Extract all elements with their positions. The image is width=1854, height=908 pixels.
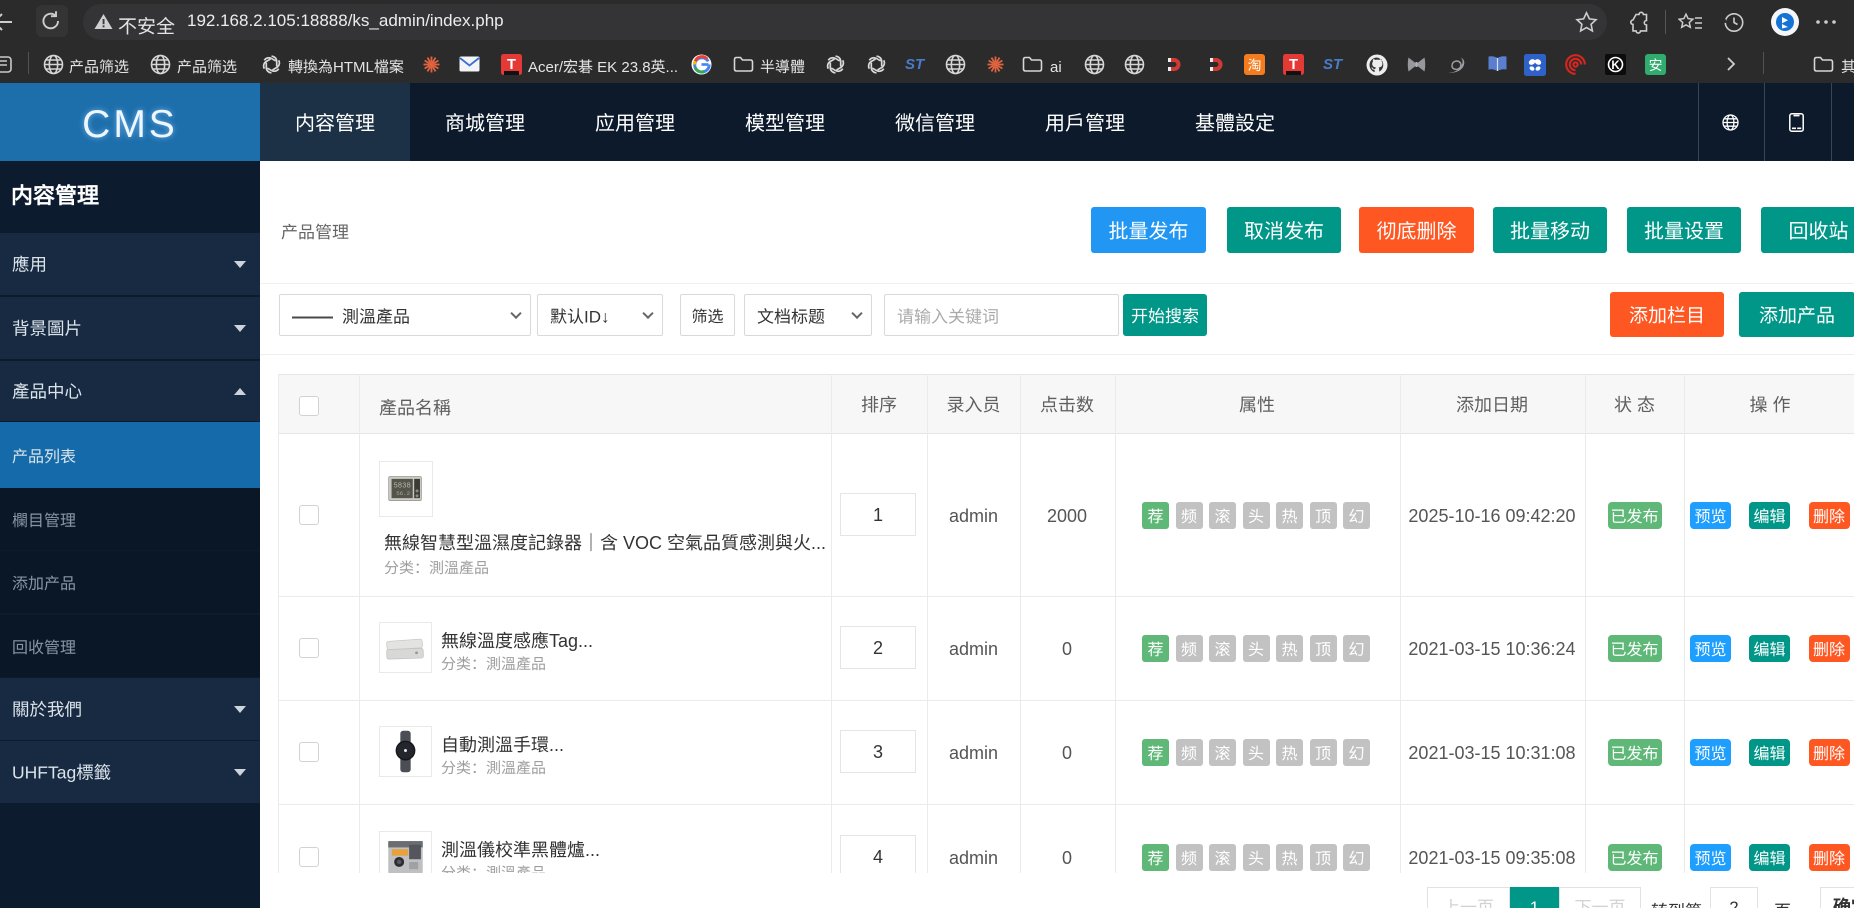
svg-text:T: T [1289, 57, 1298, 73]
svg-text:T: T [507, 57, 516, 73]
svg-text:淘: 淘 [1248, 54, 1262, 74]
svg-text:ST: ST [905, 56, 926, 72]
svg-text:K: K [1611, 60, 1620, 72]
svg-text:56.2: 56.2 [396, 490, 410, 497]
svg-text:ST: ST [1323, 56, 1344, 72]
svg-text:安: 安 [1649, 54, 1663, 74]
